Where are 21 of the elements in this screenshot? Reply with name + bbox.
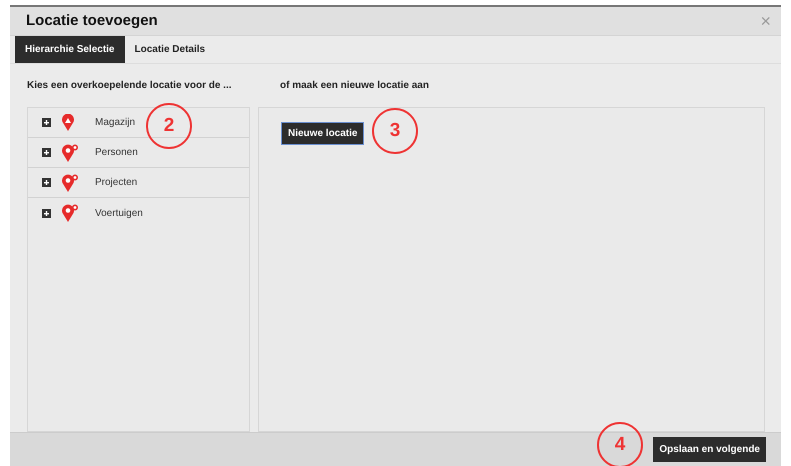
new-location-button[interactable]: Nieuwe locatie [281,122,364,145]
callout-number: 2 [146,103,192,149]
dialog-title: Locatie toevoegen [26,12,158,30]
expand-icon[interactable] [42,178,51,187]
location-pin-icon [61,144,79,162]
tab[interactable]: Locatie Details [124,36,216,63]
instruction-text: of maak een nieuwe locatie aan [279,79,430,93]
callout-number: 3 [372,108,418,154]
location-pin-icon [61,204,79,222]
expand-icon[interactable] [42,148,51,157]
tree-item-label[interactable]: Personen [95,145,138,160]
expand-icon[interactable] [42,118,51,127]
expand-icon[interactable] [42,208,51,218]
tab[interactable]: Hierarchie Selectie [15,36,124,63]
callout-number: 4 [597,422,643,466]
save-next-button[interactable]: Opslaan en volgende [653,437,766,462]
tree-item-label[interactable]: Voertuigen [95,206,143,220]
tree-item-label[interactable]: Projecten [95,175,138,190]
tree-item-label[interactable]: Magazijn [95,115,136,130]
instruction-text: Kies een overkoepelende locatie voor de ... [27,79,233,93]
location-pin-icon [61,174,79,192]
